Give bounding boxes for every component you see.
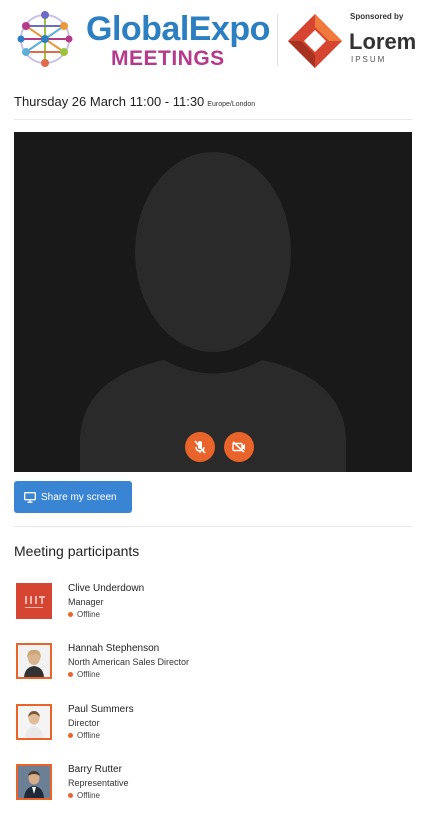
header: GlobalExpo MEETINGS Sponsored by Lorem I…	[0, 0, 426, 80]
divider	[14, 526, 412, 527]
status-dot-icon	[68, 672, 73, 678]
toggle-camera-button[interactable]	[224, 432, 254, 462]
divider	[14, 119, 412, 120]
sponsor-name: Lorem	[349, 29, 417, 54]
participant-status: Offline	[68, 731, 100, 740]
participant-status: Offline	[68, 791, 100, 800]
microphone-muted-icon	[194, 440, 206, 454]
participant-item[interactable]: Barry Rutter Representative Offline	[16, 764, 396, 818]
person-photo-icon	[18, 706, 50, 738]
participant-role: Representative	[68, 778, 129, 788]
participant-avatar	[16, 643, 52, 679]
participant-avatar	[16, 764, 52, 800]
mute-microphone-button[interactable]	[185, 432, 215, 462]
header-divider	[277, 14, 278, 66]
participant-role: North American Sales Director	[68, 657, 190, 667]
participant-name: Paul Summers	[68, 704, 134, 715]
participants-heading: Meeting participants	[14, 543, 140, 559]
video-panel[interactable]	[14, 132, 412, 472]
company-logo-avatar	[16, 583, 52, 619]
status-text: Offline	[77, 731, 100, 740]
participant-name: Barry Rutter	[68, 764, 122, 775]
participant-name: Hannah Stephenson	[68, 643, 160, 654]
status-text: Offline	[77, 791, 100, 800]
participant-item[interactable]: Clive Underdown Manager Offline	[16, 583, 396, 637]
camera-off-icon	[232, 441, 245, 453]
participant-status: Offline	[68, 610, 100, 619]
participant-avatar	[16, 704, 52, 740]
share-screen-button[interactable]: Share my screen	[14, 481, 132, 513]
sponsor-subtitle: IPSUM	[351, 55, 387, 64]
person-photo-icon	[18, 645, 50, 677]
brand-subtitle: MEETINGS	[111, 47, 225, 70]
timezone-text: Europe/London	[207, 101, 256, 108]
status-dot-icon	[68, 612, 73, 618]
participant-item[interactable]: Paul Summers Director Offline	[16, 704, 396, 758]
share-screen-label: Share my screen	[41, 491, 117, 503]
status-dot-icon	[68, 733, 73, 739]
status-dot-icon	[68, 793, 73, 799]
globe-network-icon	[17, 11, 73, 67]
brand-name: GlobalExpo	[86, 10, 270, 48]
participant-item[interactable]: Hannah Stephenson North American Sales D…	[16, 643, 396, 697]
meeting-datetime: Thursday 26 March 11:00 - 11:30 Europe/Lo…	[14, 94, 255, 109]
user-silhouette-icon	[80, 152, 346, 472]
person-photo-icon	[18, 766, 50, 798]
status-text: Offline	[77, 610, 100, 619]
participant-role: Manager	[68, 597, 104, 607]
sponsor-logo-icon	[288, 14, 342, 68]
datetime-text: Thursday 26 March 11:00 - 11:30	[14, 94, 205, 109]
status-text: Offline	[77, 670, 100, 679]
participant-name: Clive Underdown	[68, 583, 145, 594]
participant-status: Offline	[68, 670, 100, 679]
monitor-icon	[24, 491, 36, 503]
sponsor-label: Sponsored by	[350, 12, 404, 21]
company-logo-icon	[25, 596, 45, 608]
participant-role: Director	[68, 718, 100, 728]
